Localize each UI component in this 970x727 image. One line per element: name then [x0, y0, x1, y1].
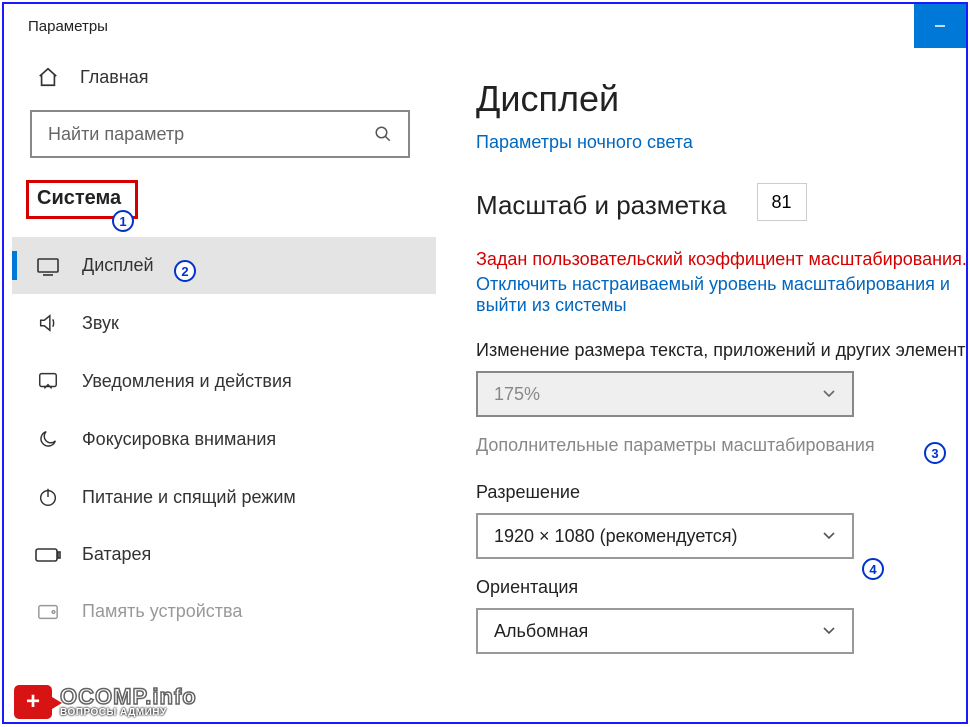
chevron-down-icon [822, 531, 836, 541]
page-title: Дисплей [476, 78, 966, 120]
watermark-badge: + [14, 685, 52, 719]
window-buttons [914, 4, 966, 48]
power-icon [34, 486, 62, 508]
nav-item-storage[interactable]: Память устройства [12, 583, 436, 640]
nav-label: Батарея [82, 544, 151, 565]
sound-icon [34, 312, 62, 334]
chevron-down-icon [822, 389, 836, 399]
disable-scale-link[interactable]: Отключить настраиваемый уровень масштаби… [476, 274, 966, 316]
nav-label: Уведомления и действия [82, 371, 292, 392]
scale-heading: Масштаб и разметка [476, 190, 727, 221]
watermark: + OCOMP.info ВОПРОСЫ АДМИНУ [14, 685, 197, 719]
nav-item-battery[interactable]: Батарея [12, 526, 436, 583]
callout-2: 2 [174, 260, 196, 282]
storage-icon [34, 603, 62, 621]
search-input[interactable]: Найти параметр [30, 110, 410, 158]
nav-label: Звук [82, 313, 119, 334]
callout-4: 4 [862, 558, 884, 580]
search-icon [374, 125, 392, 143]
nav-item-sound[interactable]: Звук [12, 294, 436, 352]
display-icon [34, 256, 62, 276]
focus-icon [34, 428, 62, 450]
search-placeholder: Найти параметр [48, 124, 184, 145]
nav-list: Дисплей Звук Уведомления и действия [12, 237, 436, 640]
nav-label: Питание и спящий режим [82, 487, 296, 508]
home-nav[interactable]: Главная [12, 48, 436, 106]
nav-item-power[interactable]: Питание и спящий режим [12, 468, 436, 526]
content-pane: Дисплей Параметры ночного света Масштаб … [436, 48, 966, 722]
nav-label: Дисплей [82, 255, 154, 276]
resolution-select[interactable]: 1920 × 1080 (рекомендуется) [476, 513, 854, 559]
callout-1: 1 [112, 210, 134, 232]
home-icon [34, 66, 62, 88]
callout-3: 3 [924, 442, 946, 464]
notifications-icon [34, 370, 62, 392]
scale-value: 175% [494, 384, 540, 405]
scale-warning: Задан пользовательский коэффициент масшт… [476, 249, 966, 270]
battery-icon [34, 547, 62, 563]
nav-label: Память устройства [82, 601, 242, 622]
resolution-label: Разрешение [476, 482, 966, 503]
advanced-scaling-link[interactable]: Дополнительные параметры масштабирования [476, 435, 966, 456]
sidebar: Главная Найти параметр Система [4, 48, 436, 722]
nav-item-notifications[interactable]: Уведомления и действия [12, 352, 436, 410]
nav-label: Фокусировка внимания [82, 429, 276, 450]
titlebar: Параметры [4, 4, 966, 48]
watermark-line1: OCOMP.info [60, 686, 197, 708]
home-label: Главная [80, 67, 149, 88]
scale-label: Изменение размера текста, приложений и д… [476, 340, 966, 361]
watermark-line2: ВОПРОСЫ АДМИНУ [60, 708, 197, 718]
custom-scale-input[interactable]: 81 [757, 183, 807, 221]
chevron-down-icon [822, 626, 836, 636]
orientation-select[interactable]: Альбомная [476, 608, 854, 654]
orientation-label: Ориентация [476, 577, 966, 598]
orientation-value: Альбомная [494, 621, 588, 642]
scale-select[interactable]: 175% [476, 371, 854, 417]
window-title: Параметры [28, 18, 108, 35]
nav-item-focus[interactable]: Фокусировка внимания [12, 410, 436, 468]
night-light-link[interactable]: Параметры ночного света [476, 132, 966, 153]
resolution-value: 1920 × 1080 (рекомендуется) [494, 526, 738, 547]
nav-item-display[interactable]: Дисплей [12, 237, 436, 294]
minimize-button[interactable] [914, 4, 966, 48]
